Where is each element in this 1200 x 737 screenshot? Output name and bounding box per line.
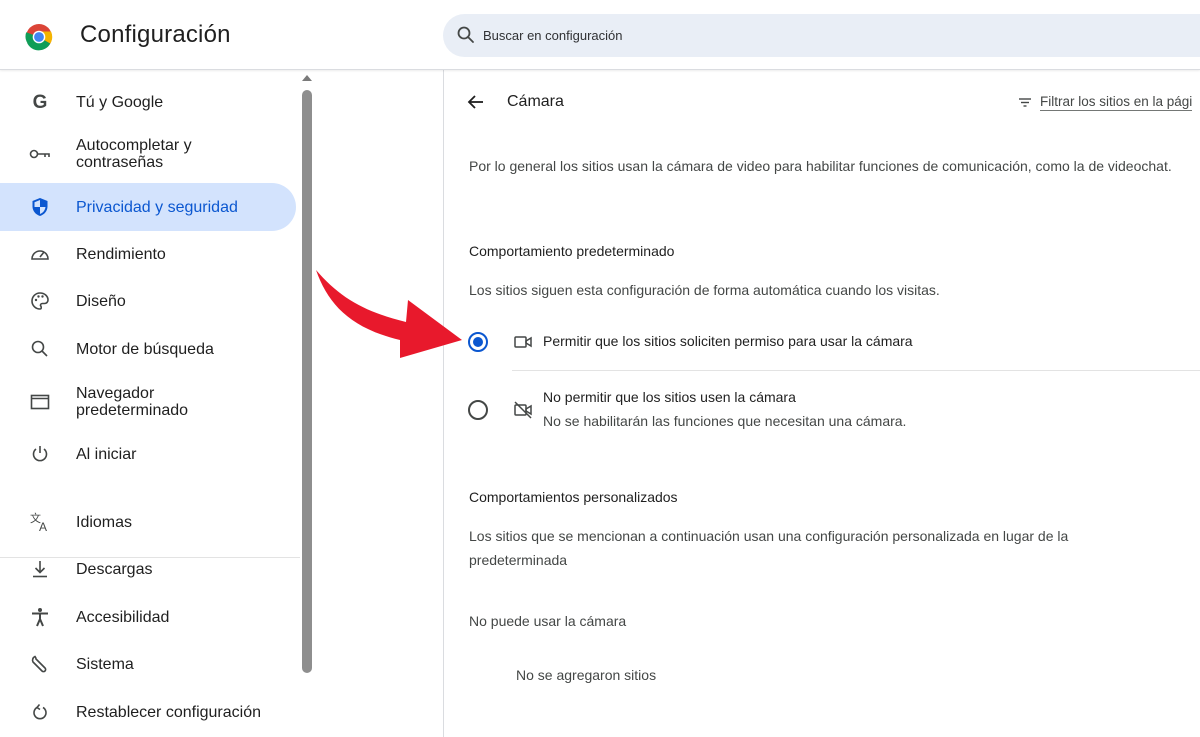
sidebar-item-label: Diseño <box>76 292 126 310</box>
sidebar-item-you-and-google[interactable]: G Tú y Google <box>0 78 296 126</box>
scroll-up-arrow-icon[interactable] <box>302 75 312 81</box>
sidebar-item-languages[interactable]: 文A Idiomas <box>0 498 296 546</box>
shield-icon <box>28 195 52 219</box>
sidebar-item-label: Al iniciar <box>76 445 137 463</box>
sidebar-item-search-engine[interactable]: Motor de búsqueda <box>0 325 296 373</box>
sidebar-item-label: Sistema <box>76 655 134 673</box>
top-bar: Configuración <box>0 0 1200 70</box>
translate-icon: 文A <box>28 510 52 534</box>
key-icon <box>28 142 52 166</box>
sidebar-item-on-startup[interactable]: Al iniciar <box>0 430 296 478</box>
sidebar: G Tú y Google Autocompletar y contraseña… <box>0 70 300 737</box>
camera-description: Por lo general los sitios usan la cámara… <box>469 158 1172 174</box>
app-title: Configuración <box>80 21 231 48</box>
allow-camera-radio[interactable] <box>468 332 488 352</box>
blocked-list-heading: No puede usar la cámara <box>469 613 627 629</box>
sidebar-item-default-browser[interactable]: Navegador predeterminado <box>0 378 296 426</box>
sidebar-item-accessibility[interactable]: Accesibilidad <box>0 593 296 641</box>
sidebar-item-privacy[interactable]: Privacidad y seguridad <box>0 183 296 231</box>
accessibility-icon <box>28 605 52 629</box>
filter-icon <box>1019 98 1031 107</box>
sidebar-item-reset[interactable]: Restablecer configuración <box>0 688 296 736</box>
search-icon <box>28 337 52 361</box>
sidebar-item-autofill[interactable]: Autocompletar y contraseñas <box>0 130 296 178</box>
annotation-arrow-icon <box>316 270 462 358</box>
filter-sites[interactable]: Filtrar los sitios en la pági <box>1016 90 1193 114</box>
sidebar-item-label: Privacidad y seguridad <box>76 198 238 216</box>
search-bar[interactable] <box>443 14 1200 57</box>
default-behavior-text: Los sitios siguen esta configuración de … <box>469 282 940 298</box>
browser-window-icon <box>28 390 52 414</box>
sidebar-item-label: Accesibilidad <box>76 608 170 626</box>
custom-behaviors-text: Los sitios que se mencionan a continuaci… <box>469 528 1069 568</box>
svg-text:G: G <box>33 92 48 113</box>
sidebar-item-performance[interactable]: Rendimiento <box>0 230 296 278</box>
sidebar-item-label: Rendimiento <box>76 245 166 263</box>
sidebar-item-label: Idiomas <box>76 513 133 531</box>
palette-icon <box>28 289 52 313</box>
back-arrow-icon[interactable] <box>464 90 488 114</box>
sidebar-item-label: Navegador predeterminado <box>76 385 189 419</box>
download-icon <box>28 557 52 581</box>
main-content: Cámara Filtrar los sitios en la pági Por… <box>444 70 1200 737</box>
filter-input[interactable]: Filtrar los sitios en la pági <box>1040 94 1193 111</box>
search-input[interactable] <box>483 14 1183 57</box>
sidebar-item-downloads[interactable]: Descargas <box>0 545 296 593</box>
wrench-icon <box>28 652 52 676</box>
camera-off-icon <box>514 401 532 419</box>
sidebar-item-label: Motor de búsqueda <box>76 340 214 358</box>
sidebar-item-appearance[interactable]: Diseño <box>0 277 296 325</box>
blocked-list-empty: No se agregaron sitios <box>516 667 657 683</box>
svg-text:A: A <box>39 520 47 534</box>
page-title: Cámara <box>507 93 564 110</box>
block-camera-sublabel: No se habilitarán las funciones que nece… <box>543 413 907 429</box>
reset-icon <box>28 700 52 724</box>
block-camera-label[interactable]: No permitir que los sitios usen la cámar… <box>543 389 796 405</box>
block-camera-radio[interactable] <box>468 400 488 420</box>
allow-camera-label[interactable]: Permitir que los sitios soliciten permis… <box>543 333 913 349</box>
sidebar-item-label: Tú y Google <box>76 93 164 111</box>
sidebar-item-label: Descargas <box>76 560 153 578</box>
power-icon <box>28 442 52 466</box>
google-g-icon: G <box>28 90 52 114</box>
search-icon <box>457 26 474 43</box>
chrome-logo-icon <box>25 24 53 51</box>
sidebar-item-label: Autocompletar y contraseñas <box>76 137 192 171</box>
camera-icon <box>514 336 532 348</box>
custom-behaviors-heading: Comportamientos personalizados <box>469 489 678 505</box>
default-behavior-heading: Comportamiento predeterminado <box>469 243 675 259</box>
sidebar-item-system[interactable]: Sistema <box>0 640 296 688</box>
sidebar-item-label: Restablecer configuración <box>76 703 261 721</box>
speedometer-icon <box>28 242 52 266</box>
option-divider <box>512 370 1200 371</box>
